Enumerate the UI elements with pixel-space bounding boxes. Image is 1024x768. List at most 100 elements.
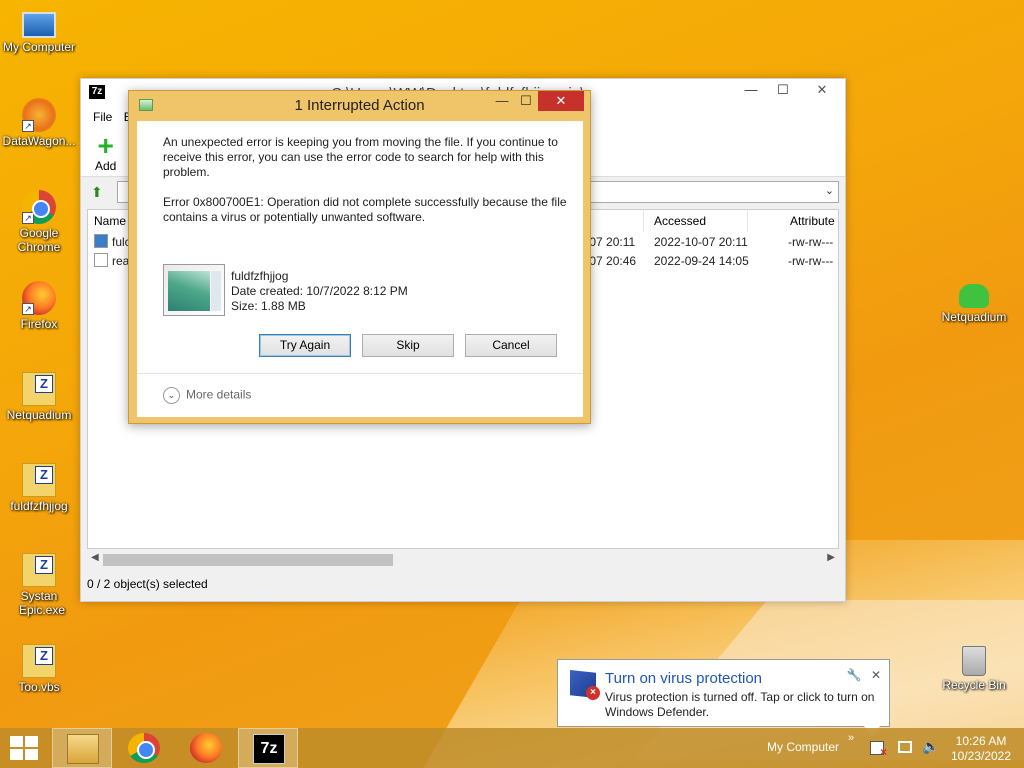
more-details-toggle[interactable]: ⌄ More details <box>163 387 251 404</box>
zip-file-icon <box>22 372 56 406</box>
virus-protection-notification[interactable]: × Turn on virus protection Virus protect… <box>557 659 890 727</box>
divider <box>137 373 583 374</box>
scrollbar-thumb[interactable] <box>103 554 393 566</box>
scroll-left-icon[interactable]: ◀ <box>91 552 99 563</box>
zip-file-icon <box>22 463 56 497</box>
computer-icon <box>22 12 56 38</box>
thumbnail-panel <box>211 271 221 311</box>
skip-button[interactable]: Skip <box>362 334 454 357</box>
interrupted-action-dialog: 1 Interrupted Action — ☐ ✕ An unexpected… <box>128 90 591 424</box>
desktop-icon-recycle-bin[interactable]: Recycle Bin <box>935 646 1013 692</box>
taskbar-file-explorer[interactable] <box>52 728 112 768</box>
zip-file-icon <box>22 644 56 678</box>
desktop-icon-label: DataWagon... <box>2 134 76 148</box>
cloud-icon <box>959 284 989 308</box>
plus-icon: + <box>97 130 114 161</box>
taskbar-chrome[interactable] <box>114 728 174 768</box>
desktop-icon-firefox[interactable]: ↗ Firefox <box>0 281 78 331</box>
desktop-icon-my-computer[interactable]: My Computer <box>0 8 78 54</box>
datawagon-icon: ↗ <box>22 98 56 132</box>
taskbar: 7z My Computer » 🔈 10:26 AM 10/23/2022 <box>0 728 1024 768</box>
desktop-icon-label: Firefox <box>20 317 58 331</box>
desktop-icon-label: My Computer <box>2 40 76 54</box>
up-folder-icon[interactable]: ⬆ <box>91 183 109 201</box>
recycle-bin-icon <box>962 646 986 676</box>
minimize-button[interactable]: — <box>489 91 515 111</box>
desktop-icon-label: Google Chrome <box>17 226 61 254</box>
error-message: An unexpected error is keeping you from … <box>163 135 558 179</box>
file-size: Size: 1.88 MB <box>231 299 306 313</box>
text-file-icon <box>94 253 108 267</box>
error-code: Error 0x800700E1: Operation did not comp… <box>163 195 567 224</box>
network-icon[interactable] <box>898 741 912 753</box>
toolbar-chevron-icon[interactable]: » <box>848 732 854 744</box>
desktop-icon-chrome[interactable]: ↗ Google Chrome <box>0 190 78 254</box>
file-attributes: -rw-rw--- <box>788 254 834 268</box>
desktop-icon-datawagon[interactable]: ↗ DataWagon... <box>0 98 78 148</box>
file-info: fuldfzfhjjog Date created: 10/7/2022 8:1… <box>231 269 408 314</box>
chrome-icon <box>128 733 160 763</box>
desktop-icon-fuldfzfhjjog[interactable]: fuldfzfhjjog <box>0 463 78 513</box>
taskbar-firefox[interactable] <box>176 728 236 768</box>
dialog-titlebar[interactable]: 1 Interrupted Action — ☐ ✕ <box>129 91 590 119</box>
more-details-label: More details <box>186 387 252 402</box>
notification-body: Virus protection is turned off. Tap or c… <box>605 690 875 719</box>
column-header-modified[interactable]: d <box>584 210 644 232</box>
status-bar: 0 / 2 object(s) selected <box>87 577 208 591</box>
desktop-icon-too-vbs[interactable]: Too.vbs <box>0 644 78 694</box>
desktop-icon-label: Netquadium <box>941 310 1007 324</box>
scroll-right-icon[interactable]: ▶ <box>827 552 835 563</box>
desktop-icon-systan-epic[interactable]: Systan Epic.exe <box>0 553 78 617</box>
file-explorer-icon <box>67 734 99 764</box>
start-button[interactable] <box>10 736 38 760</box>
notification-controls: 🔧 ✕ <box>847 668 881 682</box>
try-again-button[interactable]: Try Again <box>259 334 351 357</box>
file-name: rea <box>112 254 130 268</box>
notification-title: Turn on virus protection <box>605 670 763 687</box>
column-header-accessed[interactable]: Accessed <box>648 210 748 232</box>
sevenzip-app-icon: 7z <box>89 85 105 99</box>
file-attributes: -rw-rw--- <box>788 235 834 249</box>
desktop-icon-netquadium-app[interactable]: Netquadium <box>935 284 1013 324</box>
add-label: Add <box>95 159 117 173</box>
maximize-button[interactable]: ☐ <box>767 79 799 101</box>
firefox-icon: ↗ <box>22 281 56 315</box>
chevron-down-icon[interactable]: ⌄ <box>825 184 834 197</box>
menu-file[interactable]: File <box>93 110 112 124</box>
image-file-icon <box>94 234 108 248</box>
file-thumbnail <box>163 264 225 316</box>
close-button[interactable]: ✕ <box>538 91 584 111</box>
horizontal-scrollbar[interactable]: ◀ ▶ <box>87 551 839 569</box>
file-date-created: Date created: 10/7/2022 8:12 PM <box>231 284 408 298</box>
minimize-button[interactable]: — <box>735 79 767 101</box>
action-center-flag-icon[interactable] <box>870 741 887 759</box>
add-button[interactable]: + Add <box>95 130 117 174</box>
chevron-down-icon: ⌄ <box>163 387 180 404</box>
file-name: fuldfzfhjjog <box>231 269 289 283</box>
thumbnail-image <box>168 271 210 311</box>
close-icon[interactable]: ✕ <box>871 668 881 682</box>
desktop-icon-netquadium-zip[interactable]: Netquadium <box>0 372 78 422</box>
maximize-button[interactable]: ☐ <box>513 91 539 111</box>
taskbar-toolbar-my-computer[interactable]: My Computer <box>767 740 839 754</box>
settings-icon[interactable]: 🔧 <box>847 668 862 682</box>
zip-file-icon <box>22 553 56 587</box>
file-accessed: 2022-09-24 14:05 <box>654 254 749 268</box>
shortcut-arrow-icon: ↗ <box>22 212 34 224</box>
file-accessed: 2022-10-07 20:11 <box>654 235 748 249</box>
volume-icon[interactable]: 🔈 <box>922 738 939 755</box>
desktop-icon-label: Systan Epic.exe <box>19 589 66 617</box>
dialog-body: An unexpected error is keeping you from … <box>137 121 583 417</box>
close-button[interactable]: ✕ <box>799 79 845 101</box>
clock-date: 10/23/2022 <box>950 749 1012 763</box>
cancel-button[interactable]: Cancel <box>465 334 557 357</box>
chrome-icon: ↗ <box>22 190 56 224</box>
desktop-icon-label: Too.vbs <box>18 680 60 694</box>
clock-time: 10:26 AM <box>955 734 1007 748</box>
column-header-attributes[interactable]: Attribute <box>784 210 840 232</box>
shortcut-arrow-icon: ↗ <box>22 303 34 315</box>
taskbar-clock[interactable]: 10:26 AM 10/23/2022 <box>948 734 1014 764</box>
taskbar-7zip[interactable]: 7z <box>238 728 298 768</box>
sevenzip-icon: 7z <box>253 734 285 764</box>
shortcut-arrow-icon: ↗ <box>22 120 34 132</box>
